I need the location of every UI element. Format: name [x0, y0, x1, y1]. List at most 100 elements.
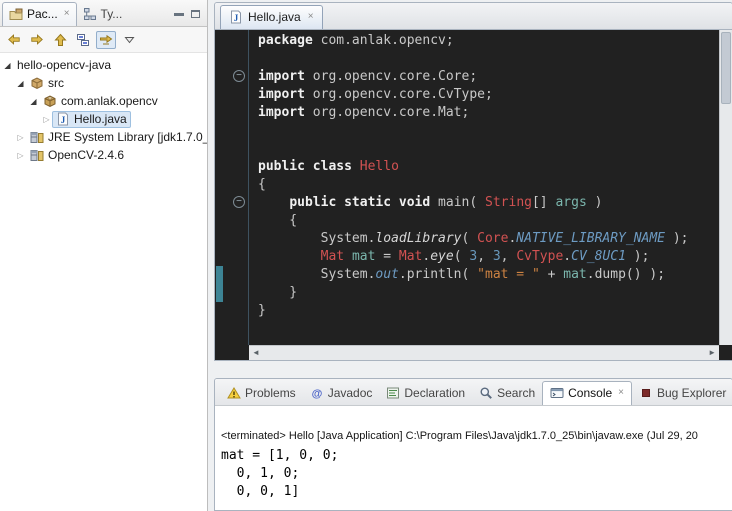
expand-arrow-icon[interactable]: ▷ [15, 151, 26, 160]
code-token: package [258, 33, 313, 48]
code-line[interactable]: System.out.println( "mat = " + mat.dump(… [258, 266, 719, 284]
link-with-editor-button[interactable] [96, 31, 116, 49]
console-header: <terminated> Hello [Java Application] C:… [215, 430, 732, 442]
tab-label: Bug Explorer [657, 386, 726, 400]
code-token: [] [532, 195, 555, 210]
maximize-panel-button[interactable] [191, 10, 200, 18]
expand-arrow-icon[interactable]: ▷ [41, 115, 52, 124]
tab-package-explorer[interactable]: Pac...× [2, 2, 77, 26]
code-line[interactable]: } [258, 302, 719, 320]
collapse-arrow-icon[interactable]: ◢ [15, 79, 26, 88]
link-with-editor-icon [99, 33, 113, 47]
console-panel: Problems@JavadocDeclaration Search Console… [214, 378, 732, 511]
close-icon[interactable]: × [64, 9, 70, 19]
console-view: <terminated> Hello [Java Application] C:… [215, 406, 732, 510]
tab-search[interactable]: Search [472, 382, 542, 405]
up-button[interactable] [50, 31, 70, 49]
code-line[interactable]: import org.opencv.core.Mat; [258, 104, 719, 122]
fold-collapse-icon[interactable]: − [233, 70, 245, 82]
code-line[interactable]: public class Hello [258, 158, 719, 176]
code-line[interactable]: package com.anlak.opencv; [258, 32, 719, 50]
code-line[interactable]: import org.opencv.core.Core; [258, 68, 719, 86]
code-token [352, 159, 360, 174]
tab-label: Console [568, 386, 612, 400]
editor-gutter[interactable]: −− [224, 30, 249, 345]
tree-item-label: hello-opencv-java [17, 58, 111, 72]
code-token: System. [258, 267, 375, 282]
tab-declaration[interactable]: Declaration [379, 382, 472, 405]
code-token: import [258, 87, 305, 102]
panel-buttons [174, 10, 207, 26]
forward-button[interactable] [27, 31, 47, 49]
tree-item-hello-opencv-java[interactable]: ◢ hello-opencv-java [0, 56, 207, 74]
code-token: public [258, 159, 305, 174]
scrollbar-thumb[interactable] [721, 32, 731, 104]
code-token: . [563, 249, 571, 264]
code-token: ) [587, 195, 603, 210]
close-tab-icon[interactable]: × [308, 12, 314, 22]
code-token: 3 [493, 249, 501, 264]
code-line[interactable]: Mat mat = Mat.eye( 3, 3, CvType.CV_8UC1 … [258, 248, 719, 266]
code-token: ); [626, 249, 649, 264]
code-line[interactable]: { [258, 212, 719, 230]
search-icon [479, 386, 493, 400]
code-token: main( [430, 195, 485, 210]
code-line[interactable]: public static void main( String[] args ) [258, 194, 719, 212]
code-line[interactable]: import org.opencv.core.CvType; [258, 86, 719, 104]
sidebar-tabs: Pac...×Ty... [0, 0, 174, 26]
scroll-right-arrow-icon[interactable]: ► [708, 349, 716, 357]
bug-icon [639, 386, 653, 400]
code-token [336, 195, 344, 210]
java-file-icon: J [56, 112, 70, 126]
code-area[interactable]: package com.anlak.opencv; import org.ope… [250, 30, 719, 345]
horizontal-scrollbar[interactable]: ◄ ► [249, 345, 719, 360]
scroll-left-arrow-icon[interactable]: ◄ [252, 349, 260, 357]
tree-item-label: com.anlak.opencv [61, 94, 158, 108]
tree-item-opencv-2-4-6[interactable]: ▷OpenCV-2.4.6 [0, 146, 207, 164]
code-token: 3 [469, 249, 477, 264]
tree-item-jre-system-library-jdk1-7-0-25[interactable]: ▷JRE System Library [jdk1.7.0_25] [0, 128, 207, 146]
tree-item-content: JRE System Library [jdk1.7.0_25] [26, 129, 207, 146]
tab-type-hierarchy[interactable]: Ty... [77, 3, 129, 26]
tree-item-src[interactable]: ◢src [0, 74, 207, 92]
code-token: ( [454, 249, 470, 264]
code-token: eye [430, 249, 453, 264]
tab-problems[interactable]: Problems [220, 382, 303, 405]
eclipse-window: Pac...×Ty... ◢hello-opencv-java◢src◢com.… [0, 0, 732, 511]
code-token: = [375, 249, 398, 264]
code-line[interactable]: } [258, 284, 719, 302]
editor-tab-hello-java[interactable]: J Hello.java × [220, 5, 323, 29]
back-button[interactable] [4, 31, 24, 49]
tree-item-hello-java[interactable]: ▷JHello.java [0, 110, 207, 128]
code-token: import [258, 69, 305, 84]
expand-arrow-icon[interactable]: ▷ [15, 133, 26, 142]
tree-item-com-anlak-opencv[interactable]: ◢ com.anlak.opencv [0, 92, 207, 110]
close-icon[interactable]: × [618, 388, 624, 398]
console-output[interactable]: mat = [1, 0, 0; 0, 1, 0; 0, 0, 1] [215, 442, 732, 501]
collapse-all-button[interactable] [73, 31, 93, 49]
tab-console[interactable]: Console × [542, 381, 632, 405]
tab-bug-explorer[interactable]: Bug Explorer [632, 382, 732, 405]
collapse-arrow-icon[interactable]: ◢ [28, 97, 39, 106]
editor-body: −− package com.anlak.opencv; import org.… [215, 30, 732, 360]
code-line[interactable] [258, 140, 719, 158]
code-token: String [485, 195, 532, 210]
package-icon [43, 94, 57, 108]
tab-javadoc[interactable]: @Javadoc [303, 382, 380, 405]
tab-label: Search [497, 386, 535, 400]
code-line[interactable] [258, 122, 719, 140]
code-line[interactable] [258, 50, 719, 68]
view-menu-button[interactable] [119, 31, 139, 49]
code-line[interactable]: { [258, 176, 719, 194]
code-line[interactable]: System.loadLibrary( Core.NATIVE_LIBRARY_… [258, 230, 719, 248]
code-token: System. [258, 231, 375, 246]
annotation-ruler[interactable] [215, 30, 224, 345]
code-token: "mat = " [477, 267, 540, 282]
java-file-icon: J [229, 10, 243, 24]
minimize-panel-button[interactable] [174, 13, 184, 16]
code-token: } [258, 285, 297, 300]
collapse-arrow-icon[interactable]: ◢ [2, 61, 13, 70]
vertical-scrollbar[interactable] [719, 30, 732, 345]
library-icon [30, 148, 44, 162]
fold-collapse-icon[interactable]: − [233, 196, 245, 208]
